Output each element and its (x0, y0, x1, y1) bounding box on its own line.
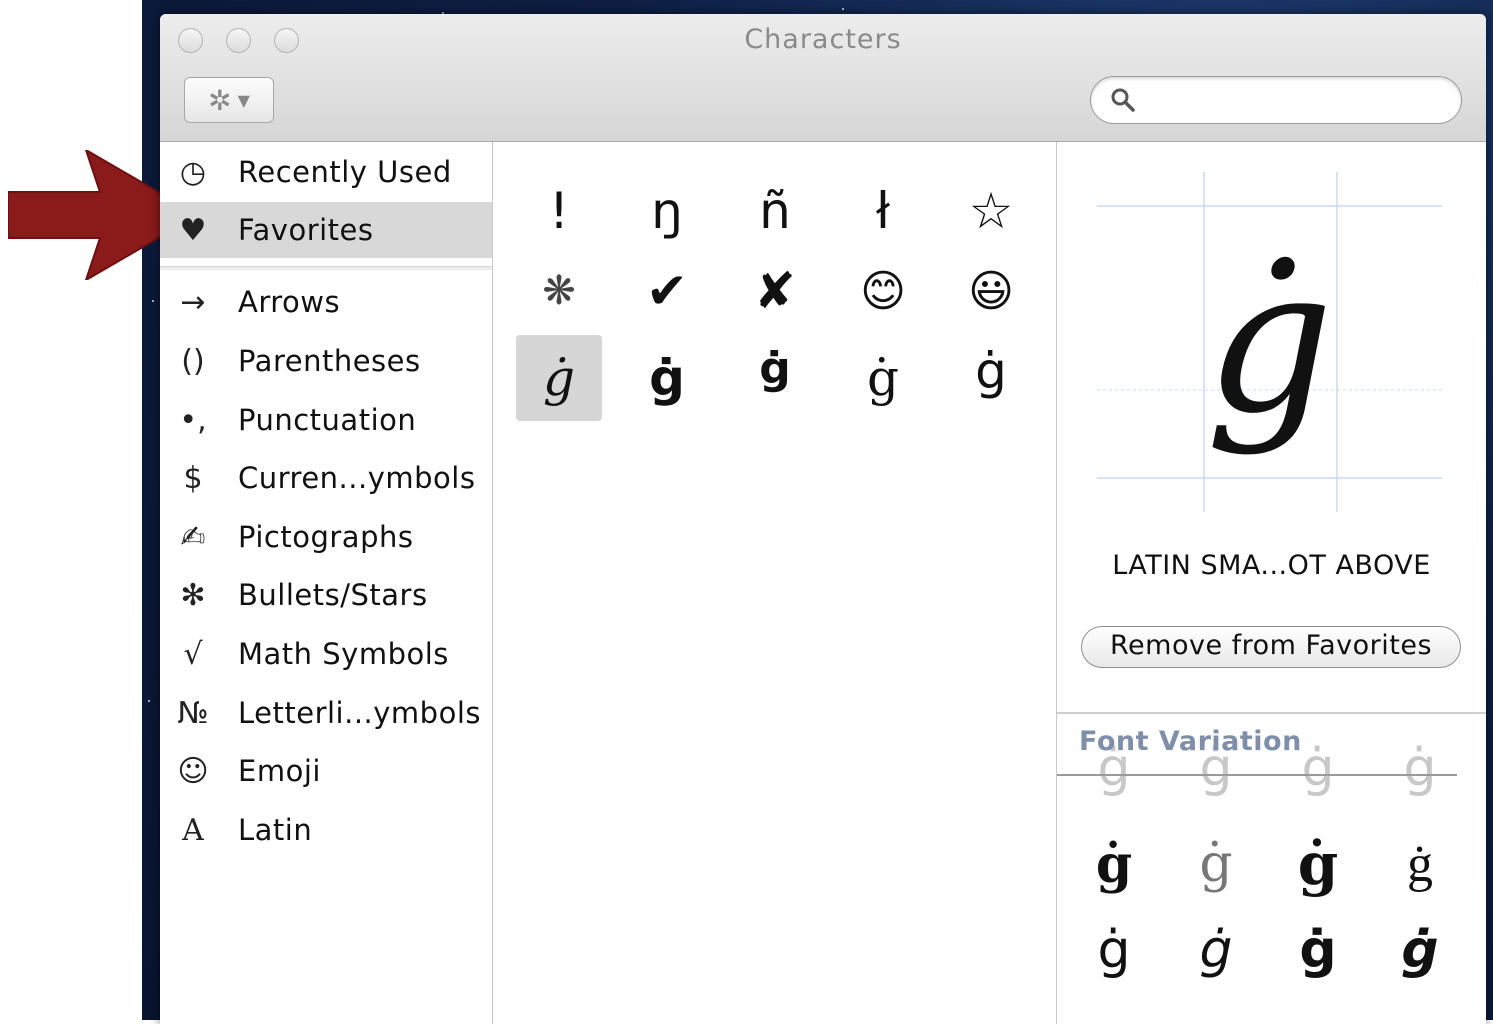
character-cell[interactable]: 😃 (948, 248, 1034, 334)
character-cell[interactable]: ŋ (624, 168, 710, 254)
arrow-icon: → (180, 284, 206, 320)
character-preview-panel: ġ LATIN SMA...OT ABOVE Remove from Favor… (1057, 142, 1486, 1024)
font-variation-cell[interactable]: ġ (1375, 728, 1465, 808)
square-root-icon: √ (183, 636, 203, 672)
character-cell[interactable]: ! (516, 168, 602, 254)
sidebar-item-label: Favorites (238, 213, 374, 247)
numero-icon: № (177, 695, 209, 731)
heart-icon: ♥ (179, 212, 207, 248)
sidebar-item-letterlike-symbols[interactable]: № Letterli...ymbols (160, 685, 492, 741)
character-cell-selected[interactable]: ġ (516, 335, 602, 421)
sidebar-item-label: Math Symbols (238, 637, 449, 671)
sidebar-item-label: Recently Used (238, 155, 452, 189)
character-cell[interactable]: 😊 (840, 248, 926, 334)
font-variation-cell[interactable]: ġ (1375, 910, 1465, 990)
font-variation-cell[interactable]: ġ (1375, 824, 1465, 904)
glyph-preview: ġ (1205, 225, 1334, 458)
character-grid: ! ŋ ñ ł ☆ ❋ ✔ ✘ 😊 😃 ġ ġ ġ ġ ġ (494, 142, 1057, 1024)
search-field[interactable] (1090, 76, 1462, 124)
sidebar-item-label: Latin (238, 813, 313, 847)
sidebar-item-label: Bullets/Stars (238, 578, 428, 612)
sidebar-item-label: Punctuation (238, 403, 417, 437)
sidebar-item-math-symbols[interactable]: √ Math Symbols (160, 626, 492, 682)
remove-from-favorites-button[interactable]: Remove from Favorites (1081, 626, 1461, 668)
font-variation-label: Font Variation (1079, 726, 1302, 757)
category-sidebar: ◷ Recently Used ♥ Favorites → Arrows () … (160, 142, 493, 1024)
sidebar-item-favorites[interactable]: ♥ Favorites (160, 202, 492, 258)
font-variation-cell[interactable]: ġ (1069, 910, 1159, 990)
sidebar-item-label: Parentheses (238, 344, 421, 378)
smiley-icon: ☺ (177, 753, 209, 789)
sidebar-item-label: Arrows (238, 285, 341, 319)
character-cell[interactable]: ✔ (624, 248, 710, 334)
dropdown-caret-icon: ▼ (237, 90, 250, 110)
character-cell[interactable]: ġ (624, 335, 710, 421)
title-bar: Characters ✲ ▼ (160, 14, 1486, 142)
sidebar-item-punctuation[interactable]: •, Punctuation (160, 392, 492, 448)
font-variation-divider (1057, 774, 1457, 776)
sidebar-item-currency-symbols[interactable]: $ Curren...ymbols (160, 450, 492, 506)
search-icon (1111, 88, 1135, 112)
sidebar-item-label: Emoji (238, 754, 321, 788)
character-cell[interactable]: ☆ (948, 168, 1034, 254)
action-menu-button[interactable]: ✲ ▼ (184, 77, 274, 123)
glyph-preview-frame: ġ (1097, 172, 1442, 512)
sidebar-item-latin[interactable]: A Latin (160, 802, 492, 858)
character-cell[interactable]: ❋ (516, 248, 602, 334)
sidebar-item-label: Pictographs (238, 520, 414, 554)
section-divider (1057, 712, 1486, 714)
writing-hand-icon: ✍ (180, 519, 206, 555)
clock-icon: ◷ (179, 154, 207, 190)
font-variation-cell[interactable]: ġ (1171, 910, 1261, 990)
character-cell[interactable]: ġ (732, 325, 818, 411)
sidebar-item-parentheses[interactable]: () Parentheses (160, 333, 492, 389)
sidebar-item-recently-used[interactable]: ◷ Recently Used (160, 144, 492, 200)
parentheses-icon: () (181, 343, 205, 379)
punctuation-icon: •, (179, 402, 207, 438)
character-name: LATIN SMA...OT ABOVE (1112, 550, 1431, 581)
font-variation-cell[interactable]: ġ (1171, 824, 1261, 904)
characters-window: Characters ✲ ▼ ◷ Recently Used ♥ Favorit… (160, 14, 1486, 1024)
search-input[interactable] (1147, 85, 1441, 115)
font-variation-cell[interactable]: ġ (1069, 824, 1159, 904)
character-cell[interactable]: ł (840, 168, 926, 254)
sidebar-item-bullets-stars[interactable]: ✻ Bullets/Stars (160, 567, 492, 623)
character-cell[interactable]: ñ (732, 168, 818, 254)
font-variation-cell[interactable]: ġ (1273, 910, 1363, 990)
character-cell[interactable]: ✘ (732, 248, 818, 334)
latin-a-icon: A (182, 812, 204, 848)
sidebar-item-pictographs[interactable]: ✍ Pictographs (160, 509, 492, 565)
asterisk-icon: ✻ (180, 577, 206, 613)
font-variation-cell[interactable]: ġ (1273, 824, 1363, 904)
sidebar-item-arrows[interactable]: → Arrows (160, 274, 492, 330)
sidebar-item-label: Curren...ymbols (238, 461, 476, 495)
gear-icon: ✲ (208, 83, 232, 117)
dollar-icon: $ (183, 460, 203, 496)
sidebar-item-emoji[interactable]: ☺ Emoji (160, 743, 492, 799)
character-cell[interactable]: ġ (948, 328, 1034, 414)
sidebar-divider (160, 266, 492, 270)
sidebar-item-label: Letterli...ymbols (238, 696, 481, 730)
character-cell[interactable]: ġ (840, 335, 926, 421)
window-title: Characters (744, 24, 902, 55)
